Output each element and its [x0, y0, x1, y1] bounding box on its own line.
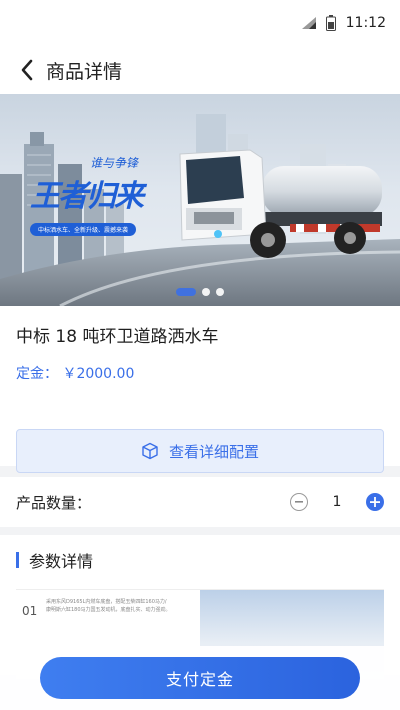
params-desc-line: 康明斯六缸180马力国五发动机，底盘扎实、动力强劲。	[46, 607, 171, 613]
quantity-stepper: 1	[290, 493, 384, 511]
price-row: 定金： ￥2000.00	[16, 363, 384, 383]
increase-button[interactable]	[366, 493, 384, 511]
carousel-dot-active[interactable]	[176, 288, 196, 296]
params-desc-line: 采用东风D9165L内燃车底盘，搭配玉柴四缸160马力/	[46, 599, 167, 605]
section-accent-bar	[16, 552, 19, 568]
slogan-line-1: 谁与争锋	[90, 156, 139, 170]
signal-icon	[301, 17, 316, 29]
product-info: 中标 18 吨环卫道路洒水车 定金： ￥2000.00 查看详细配置	[0, 306, 400, 473]
minus-icon	[295, 501, 303, 503]
back-button[interactable]	[12, 55, 42, 85]
plus-icon	[370, 497, 380, 507]
banner-tagline: 中标洒水车、全新升级、震撼来袭	[30, 223, 137, 236]
bottom-action-bar: 支付定金	[0, 646, 400, 710]
page-header: 商品详情	[0, 46, 400, 94]
price-label: 定金：	[16, 366, 58, 382]
page-title: 商品详情	[46, 60, 123, 83]
carousel-dot[interactable]	[216, 288, 224, 296]
status-bar: 11:12	[0, 0, 400, 46]
quantity-row: 产品数量： 1	[0, 477, 400, 527]
view-config-button[interactable]: 查看详细配置	[16, 429, 384, 473]
quantity-label: 产品数量：	[16, 493, 92, 512]
decrease-button[interactable]	[290, 493, 308, 511]
status-time: 11:12	[345, 15, 386, 31]
params-title: 参数详情	[29, 552, 94, 571]
product-name: 中标 18 吨环卫道路洒水车	[16, 327, 219, 347]
chevron-left-icon	[21, 59, 33, 81]
carousel-dots	[0, 288, 400, 296]
carousel-dot[interactable]	[202, 288, 210, 296]
price-value: ￥2000.00	[62, 366, 135, 382]
product-detail-page: 11:12 商品详情 谁与争锋 王者归来 中标洒水车、全新升级、震撼来袭 中标 …	[0, 0, 400, 710]
banner-slogan: 谁与争锋 王者归来 中标洒水车、全新升级、震撼来袭	[30, 154, 144, 236]
slogan-line-2: 王者归来	[30, 179, 144, 214]
product-banner-carousel[interactable]: 谁与争锋 王者归来 中标洒水车、全新升级、震撼来袭	[0, 94, 400, 306]
cube-icon	[142, 442, 158, 460]
quantity-value[interactable]: 1	[330, 494, 344, 510]
view-config-label: 查看详细配置	[168, 442, 259, 461]
battery-icon	[325, 15, 336, 31]
pay-deposit-button[interactable]: 支付定金	[40, 657, 360, 699]
pay-deposit-label: 支付定金	[165, 670, 234, 689]
params-header: 参数详情	[0, 535, 400, 585]
